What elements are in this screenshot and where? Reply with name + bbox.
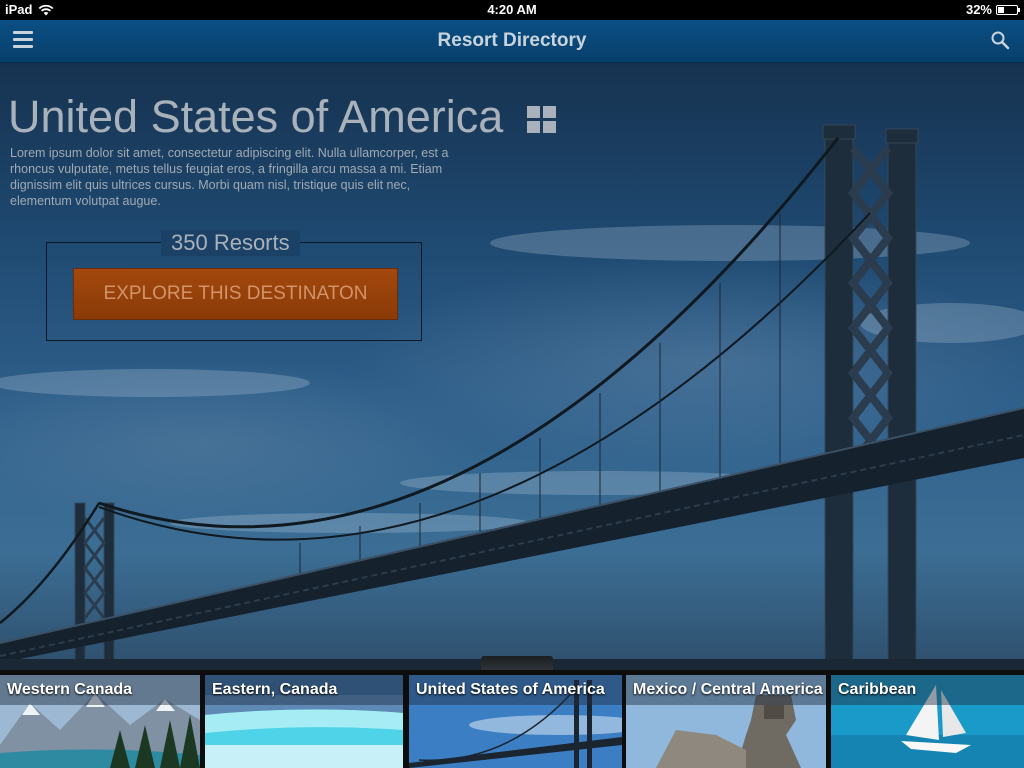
destination-tile-western-canada[interactable]: Western Canada (0, 675, 200, 768)
tile-label: Western Canada (0, 675, 200, 705)
destination-tile-mexico-central-america[interactable]: Mexico / Central America (626, 675, 826, 768)
nav-bar: Resort Directory (0, 20, 1024, 63)
status-bar: iPad 4:20 AM 32% (0, 0, 1024, 20)
battery-percent: 32% (965, 2, 992, 17)
destination-tile-eastern-canada[interactable]: Eastern, Canada (205, 675, 403, 768)
hero-section: United States of America Lorem ipsum dol… (0, 63, 1024, 670)
destination-tile-caribbean[interactable]: Caribbean (831, 675, 1024, 768)
explore-destination-button[interactable]: EXPLORE THIS DESTINATON (73, 268, 398, 320)
tile-label: United States of America (409, 675, 622, 705)
resort-count: 350 Resorts (161, 230, 300, 256)
tile-label: Eastern, Canada (205, 675, 403, 705)
battery-icon (996, 4, 1020, 15)
nav-title: Resort Directory (437, 30, 587, 51)
search-icon[interactable] (990, 30, 1010, 50)
status-time: 4:20 AM (487, 2, 537, 17)
battery-fill (998, 6, 1004, 13)
destination-title: United States of America (8, 91, 504, 142)
destination-tile-usa[interactable]: United States of America (409, 675, 622, 768)
status-right: 32% (965, 2, 1020, 17)
grid-view-icon[interactable] (527, 106, 557, 134)
destination-description: Lorem ipsum dolor sit amet, consectetur … (10, 146, 449, 208)
destination-tray: Western Canada Eastern, Canada United St… (0, 670, 1024, 768)
tile-label: Caribbean (831, 675, 1024, 705)
tray-handle[interactable] (481, 656, 553, 670)
tile-label: Mexico / Central America (626, 675, 826, 705)
resort-cta-box: 350 Resorts EXPLORE THIS DESTINATON (46, 230, 422, 341)
